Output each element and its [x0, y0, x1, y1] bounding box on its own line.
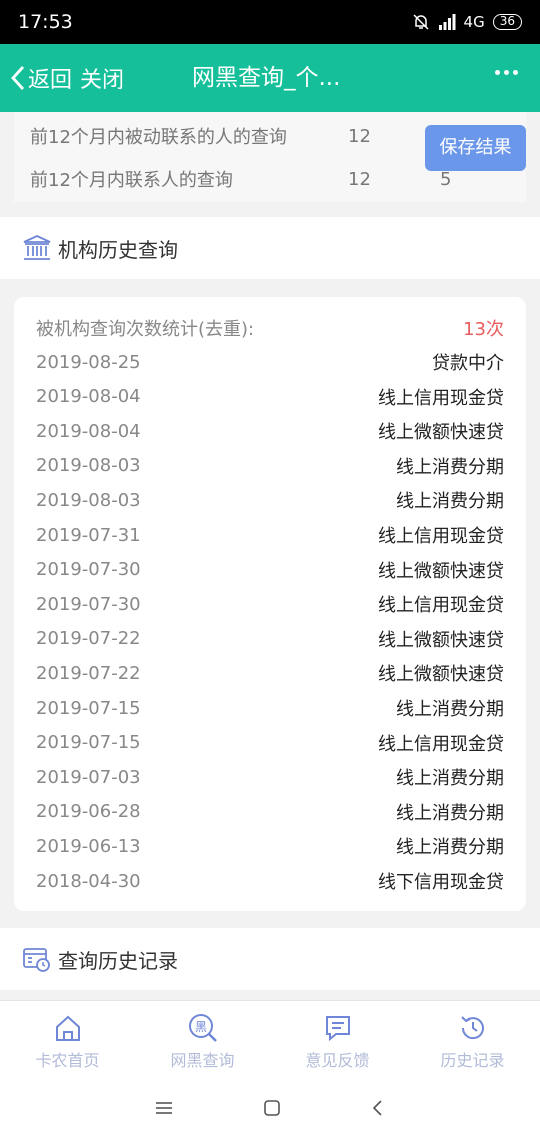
- title-bar: 返回 关闭 网黑查询_个...: [0, 44, 540, 112]
- mute-bell-icon: [413, 14, 429, 30]
- record-date: 2019-07-30: [36, 559, 141, 581]
- query-record-row: 2018-04-30 线下信用现金贷: [36, 864, 504, 898]
- contact-query-row: 前12个月内联系人的查询 12 5: [30, 159, 490, 199]
- record-date: 2019-08-03: [36, 455, 141, 477]
- signal-icon: [438, 14, 456, 30]
- tab-history[interactable]: 历史记录: [405, 1001, 540, 1076]
- history-record-icon: [23, 948, 50, 972]
- bank-icon: [23, 235, 51, 260]
- home-square-icon[interactable]: [263, 1099, 281, 1117]
- row-label: 前12个月内联系人的查询: [30, 170, 233, 191]
- summary-row: 被机构查询次数统计(去重): 13次: [36, 311, 504, 345]
- chevron-left-icon[interactable]: [10, 65, 26, 91]
- query-record-row: 2019-08-04 线上微额快速贷: [36, 414, 504, 448]
- tab-label: 卡农首页: [35, 1051, 100, 1070]
- record-type: 线上信用现金贷: [378, 595, 504, 617]
- more-menu-button[interactable]: [495, 70, 518, 75]
- contact-query-row: 前12个月内被动联系的人的查询 12: [30, 116, 490, 156]
- record-type: 线上消费分期: [396, 456, 504, 478]
- menu-icon[interactable]: [155, 1100, 173, 1116]
- query-record-row: 2019-07-15 线上信用现金贷: [36, 726, 504, 760]
- record-type: 线上微额快速贷: [378, 629, 504, 651]
- record-date: 2019-06-28: [36, 801, 141, 823]
- status-time: 17:53: [18, 11, 73, 33]
- record-date: 2019-07-15: [36, 732, 141, 754]
- record-type: 线上消费分期: [396, 768, 504, 790]
- record-type: 线上微额快速贷: [378, 422, 504, 444]
- save-result-button[interactable]: 保存结果: [425, 125, 526, 171]
- dot-icon: [513, 70, 518, 75]
- query-record-row: 2019-07-31 线上信用现金贷: [36, 518, 504, 552]
- record-date: 2019-07-31: [36, 524, 141, 546]
- record-date: 2019-07-03: [36, 766, 141, 788]
- record-type: 线上信用现金贷: [378, 526, 504, 547]
- row-value: 12: [348, 168, 371, 190]
- query-record-row: 2019-08-04 线上信用现金贷: [36, 380, 504, 414]
- feedback-icon: [325, 1016, 350, 1042]
- record-type: 线上微额快速贷: [378, 560, 504, 582]
- query-record-row: 2019-08-03 线上消费分期: [36, 483, 504, 517]
- network-type: 4G: [463, 13, 485, 31]
- record-date: 2019-07-15: [36, 697, 141, 719]
- search-black-icon: 黑: [188, 1014, 217, 1042]
- tab-blacklist-query[interactable]: 黑 网黑查询: [135, 1001, 270, 1076]
- query-record-row: 2019-06-28 线上消费分期: [36, 795, 504, 829]
- institution-history-card: 被机构查询次数统计(去重): 13次 2019-08-25 贷款中介 2019-08…: [14, 297, 526, 911]
- record-date: 2019-07-22: [36, 662, 141, 684]
- status-indicators: 4G 36: [412, 13, 522, 31]
- dot-icon: [495, 70, 500, 75]
- back-arrow-icon[interactable]: [371, 1099, 385, 1117]
- svg-text:黑: 黑: [194, 1020, 206, 1034]
- record-date: 2019-07-30: [36, 593, 141, 615]
- tab-home[interactable]: 卡农首页: [0, 1001, 135, 1076]
- section-title: 查询历史记录: [58, 948, 178, 973]
- query-record-row: 2019-07-15 线上消费分期: [36, 691, 504, 725]
- record-date: 2019-08-25: [36, 351, 141, 373]
- system-nav-bar: [0, 1076, 540, 1140]
- query-record-row: 2019-08-25 贷款中介: [36, 345, 504, 379]
- query-record-row: 2019-07-30 线上微额快速贷: [36, 553, 504, 587]
- record-type: 线上消费分期: [396, 837, 504, 859]
- query-history-header[interactable]: 查询历史记录: [0, 928, 540, 990]
- record-type: 线上消费分期: [396, 491, 504, 513]
- page-title: 网黑查询_个...: [192, 65, 341, 91]
- history-icon: [460, 1016, 484, 1040]
- query-record-row: 2019-07-03 线上消费分期: [36, 760, 504, 794]
- institution-history-header: 机构历史查询: [0, 217, 540, 279]
- summary-label: 被机构查询次数统计(去重):: [36, 319, 255, 340]
- record-type: 贷款中介: [432, 353, 504, 374]
- battery-icon: 36: [492, 14, 522, 30]
- dot-icon: [504, 70, 509, 75]
- home-icon: [55, 1015, 80, 1041]
- record-date: 2019-07-22: [36, 628, 141, 650]
- record-date: 2019-08-04: [36, 386, 141, 408]
- back-button[interactable]: 返回: [28, 62, 72, 94]
- record-type: 线上信用现金贷: [378, 387, 504, 409]
- record-type: 线上消费分期: [396, 699, 504, 720]
- summary-value: 13次: [463, 319, 504, 340]
- row-label: 前12个月内被动联系的人的查询: [30, 127, 287, 148]
- record-date: 2019-08-04: [36, 420, 141, 442]
- record-date: 2019-06-13: [36, 835, 141, 857]
- query-record-row: 2019-06-13 线上消费分期: [36, 829, 504, 863]
- record-date: 2018-04-30: [36, 870, 141, 892]
- tab-label: 网黑查询: [170, 1051, 235, 1070]
- query-record-row: 2019-07-22 线上微额快速贷: [36, 622, 504, 656]
- tab-feedback[interactable]: 意见反馈: [270, 1001, 405, 1076]
- record-type: 线上消费分期: [396, 802, 504, 824]
- record-type: 线下信用现金贷: [378, 872, 504, 893]
- bottom-tab-bar: 卡农首页 黑 网黑查询 意见反馈 历史记录: [0, 1000, 540, 1076]
- section-title: 机构历史查询: [58, 237, 178, 262]
- query-record-row: 2019-07-30 线上信用现金贷: [36, 587, 504, 621]
- close-button[interactable]: 关闭: [80, 62, 124, 94]
- record-date: 2019-08-03: [36, 489, 141, 511]
- query-record-row: 2019-07-22 线上微额快速贷: [36, 656, 504, 690]
- record-type: 线上微额快速贷: [378, 664, 504, 686]
- record-type: 线上信用现金贷: [378, 733, 504, 755]
- status-bar: 17:53 4G 36: [0, 0, 540, 44]
- tab-label: 意见反馈: [305, 1051, 370, 1070]
- query-record-row: 2019-08-03 线上消费分期: [36, 449, 504, 483]
- row-value-2: 5: [440, 168, 452, 190]
- tab-label: 历史记录: [440, 1051, 505, 1070]
